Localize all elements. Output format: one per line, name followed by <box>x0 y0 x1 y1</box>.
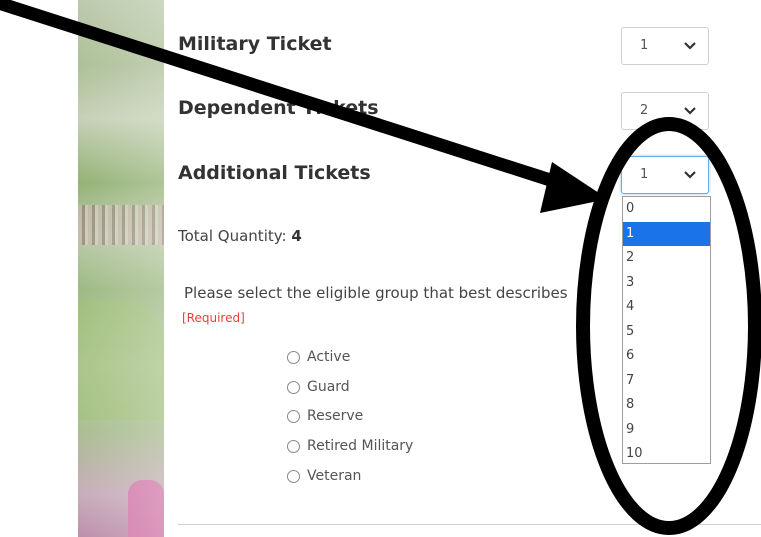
dropdown-option[interactable]: 9 <box>623 418 710 443</box>
additional-tickets-value: 1 <box>640 167 649 182</box>
dropdown-option[interactable]: 7 <box>623 369 710 394</box>
section-divider <box>178 524 761 525</box>
radio-label: Active <box>307 349 351 365</box>
dropdown-option[interactable]: 8 <box>623 393 710 418</box>
additional-tickets-dropdown-list[interactable]: 0 1 2 3 4 5 6 7 8 9 10 <box>622 196 711 464</box>
total-quantity-value: 4 <box>291 227 302 245</box>
additional-tickets-select[interactable]: 1 <box>621 156 709 194</box>
military-ticket-value: 1 <box>640 38 649 53</box>
dropdown-option[interactable]: 2 <box>623 246 710 271</box>
required-note: [Required] <box>182 311 245 325</box>
dependent-tickets-value: 2 <box>640 103 649 118</box>
military-ticket-label: Military Ticket <box>178 33 332 55</box>
chevron-down-icon <box>684 42 696 50</box>
radio-circle[interactable] <box>287 350 300 364</box>
radio-reserve[interactable]: Reserve <box>287 406 363 426</box>
radio-active[interactable]: Active <box>287 347 350 367</box>
radio-veteran[interactable]: Veteran <box>287 466 361 486</box>
total-quantity-label: Total Quantity: <box>178 227 292 245</box>
radio-label: Reserve <box>307 408 364 424</box>
dropdown-option[interactable]: 6 <box>623 344 710 369</box>
background-golf-photo <box>78 0 164 537</box>
radio-guard[interactable]: Guard <box>287 377 350 397</box>
radio-label: Veteran <box>307 468 362 484</box>
dependent-tickets-select[interactable]: 2 <box>621 92 709 130</box>
radio-label: Retired Military <box>307 438 414 454</box>
dropdown-option[interactable]: 3 <box>623 271 710 296</box>
eligibility-prompt: Please select the eligible group that be… <box>184 284 568 302</box>
radio-retired-military[interactable]: Retired Military <box>287 436 413 456</box>
radio-circle[interactable] <box>287 409 300 423</box>
radio-circle[interactable] <box>287 439 300 453</box>
dropdown-option[interactable]: 4 <box>623 295 710 320</box>
total-quantity: Total Quantity: 4 <box>178 227 302 245</box>
radio-circle[interactable] <box>287 380 300 394</box>
chevron-down-icon <box>684 171 696 179</box>
dependent-tickets-label: Dependent Tickets <box>178 97 379 119</box>
military-ticket-select[interactable]: 1 <box>621 27 709 65</box>
radio-circle[interactable] <box>287 469 300 483</box>
dropdown-option[interactable]: 5 <box>623 320 710 345</box>
dropdown-option[interactable]: 10 <box>623 442 710 467</box>
photo-fade <box>78 0 164 537</box>
dropdown-option[interactable]: 1 <box>623 221 710 246</box>
dropdown-option[interactable]: 0 <box>623 197 710 222</box>
additional-tickets-label: Additional Tickets <box>178 162 371 184</box>
chevron-down-icon <box>684 107 696 115</box>
radio-label: Guard <box>307 379 350 395</box>
